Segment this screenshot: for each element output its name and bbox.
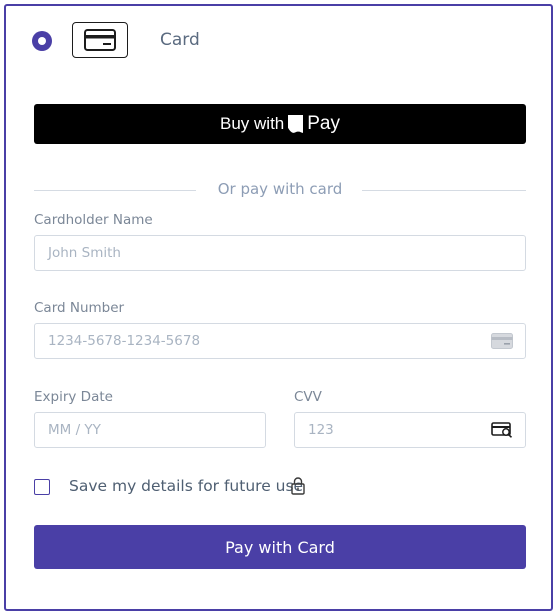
payment-method-row[interactable]: Card [6, 6, 551, 78]
or-divider: Or pay with card [34, 178, 526, 202]
payment-panel: Card Buy with Pay Or pay with card Cardh… [4, 4, 553, 611]
card-cvv-icon [491, 422, 513, 438]
cardholder-name-placeholder: John Smith [48, 245, 121, 261]
cvv-input[interactable]: 123 [294, 412, 526, 448]
credit-card-icon [72, 22, 128, 58]
divider-text: Or pay with card [217, 180, 343, 198]
lock-icon [291, 477, 305, 495]
apple-pay-word: Pay [307, 113, 340, 134]
apple-pay-button[interactable]: Buy with Pay [34, 104, 526, 144]
card-number-placeholder: 1234-5678-1234-5678 [48, 333, 201, 349]
cardholder-name-label: Cardholder Name [34, 212, 153, 228]
card-number-input[interactable]: 1234-5678-1234-5678 [34, 323, 526, 359]
expiry-date-input[interactable]: MM / YY [34, 412, 266, 448]
divider-line-right [362, 190, 526, 191]
pay-with-card-label: Pay with Card [225, 537, 335, 557]
cardholder-name-input[interactable]: John Smith [34, 235, 526, 271]
apple-logo-icon [288, 115, 304, 133]
save-details-checkbox[interactable] [34, 479, 50, 495]
payment-method-radio[interactable] [32, 31, 52, 51]
card-icon [491, 333, 513, 349]
payment-method-label: Card [160, 30, 200, 50]
expiry-date-placeholder: MM / YY [48, 422, 101, 438]
pay-with-card-button[interactable]: Pay with Card [34, 525, 526, 569]
radio-dot [38, 37, 46, 45]
credit-card-icon-svg [84, 29, 116, 51]
save-details-label: Save my details for future use [69, 477, 304, 495]
cvv-label: CVV [294, 389, 322, 405]
card-number-label: Card Number [34, 300, 125, 316]
expiry-date-label: Expiry Date [34, 389, 113, 405]
cvv-placeholder: 123 [308, 422, 334, 438]
apple-pay-prefix: Buy with [220, 114, 285, 133]
